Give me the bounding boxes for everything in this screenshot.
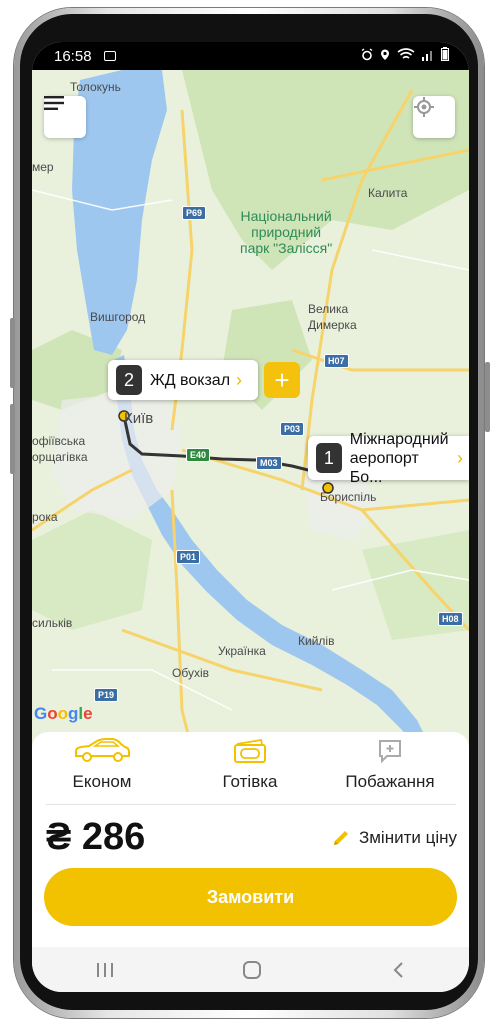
map-label-sofiivska: офіївська bbox=[32, 434, 86, 448]
map-label-velyka: Велика bbox=[308, 302, 349, 316]
wifi-icon bbox=[397, 47, 415, 59]
location-icon bbox=[381, 49, 389, 60]
option-econom[interactable]: Економ bbox=[32, 736, 172, 792]
android-nav-bar bbox=[32, 947, 469, 992]
map-label-dymerka: Димерка bbox=[308, 318, 357, 332]
home-icon[interactable] bbox=[242, 960, 262, 979]
google-logo: Google bbox=[34, 704, 93, 723]
map-label-kyiliv: Кийлів bbox=[298, 634, 335, 648]
park-label-line2: природний bbox=[251, 224, 322, 240]
map-label-kalyta: Калита bbox=[368, 186, 408, 200]
price: ₴ 286 bbox=[46, 816, 146, 858]
divider bbox=[46, 804, 456, 805]
road-badge-p03: P03 bbox=[280, 422, 305, 436]
bixby-button bbox=[10, 404, 15, 474]
road-badge-p01: P01 bbox=[176, 550, 201, 564]
map-label-obukhiv: Обухів bbox=[172, 666, 209, 680]
order-panel: Економ Готівка Побажання ₴ 286 Змінити ц… bbox=[32, 732, 469, 947]
signal-icon bbox=[422, 50, 432, 61]
map-label-tolokun: Толокунь bbox=[70, 80, 121, 94]
stop-2-callout[interactable]: 2 ЖД вокзал › bbox=[108, 360, 258, 400]
stop-1-number: 1 bbox=[316, 443, 342, 473]
recent-apps-icon[interactable] bbox=[96, 962, 114, 978]
options-row: Економ Готівка Побажання bbox=[32, 736, 469, 800]
option-cash[interactable]: Готівка bbox=[180, 736, 320, 792]
plus-icon: + bbox=[274, 364, 290, 395]
option-wishes[interactable]: Побажання bbox=[320, 736, 460, 792]
option-wishes-label: Побажання bbox=[345, 772, 435, 791]
stop-1-callout[interactable]: 1 Міжнародний аеропорт Бо... › bbox=[308, 431, 469, 486]
road-badge-p69: P69 bbox=[182, 206, 207, 220]
hamburger-icon bbox=[44, 96, 64, 110]
map-label-boryspil: Бориспіль bbox=[320, 490, 377, 504]
option-econom-label: Економ bbox=[72, 772, 132, 791]
power-button bbox=[485, 362, 490, 432]
battery-icon bbox=[441, 47, 449, 61]
stop-1-label-line1: Міжнародний bbox=[349, 430, 449, 448]
park-label-line1: Національний bbox=[240, 208, 332, 224]
locate-button[interactable] bbox=[413, 96, 455, 138]
alarm-icon bbox=[361, 47, 373, 60]
map-label-roka: рока bbox=[32, 510, 58, 524]
status-time: 16:58 bbox=[54, 48, 92, 65]
chevron-right-icon: › bbox=[457, 447, 463, 468]
road-badge-h07: H07 bbox=[324, 354, 349, 368]
road-badge-h08: H08 bbox=[438, 612, 463, 626]
stop-1-label-line2: аеропорт Бо... bbox=[349, 449, 419, 486]
map-label-mer: мер bbox=[32, 160, 54, 174]
menu-button[interactable] bbox=[44, 96, 86, 138]
back-icon[interactable] bbox=[391, 961, 405, 979]
map-label-ukrainka: Українка bbox=[218, 644, 266, 658]
cash-icon bbox=[234, 738, 266, 763]
gallery-notification-icon bbox=[104, 51, 116, 61]
map-label-vyshhorod: Вишгород bbox=[90, 310, 146, 324]
car-icon bbox=[75, 738, 130, 762]
order-button[interactable]: Замовити bbox=[44, 868, 457, 926]
map[interactable]: Толокунь мер Вишгород Київ офіївська орщ… bbox=[32, 70, 469, 750]
status-icons bbox=[361, 47, 449, 61]
map-label-kyiv: Київ bbox=[124, 410, 154, 427]
road-badge-p19: P19 bbox=[94, 688, 119, 702]
chevron-right-icon: › bbox=[236, 369, 243, 390]
stop-2-label: ЖД вокзал bbox=[150, 371, 231, 389]
pencil-icon bbox=[333, 831, 348, 845]
option-cash-label: Готівка bbox=[222, 772, 278, 791]
park-label-line3: парк "Залісся" bbox=[240, 240, 333, 256]
add-stop-button[interactable]: + bbox=[264, 362, 300, 398]
map-label-borshchahivka: орщагівка bbox=[32, 450, 88, 464]
screen: 16:58 Толокунь мер Вишгород Київ офіївсь… bbox=[32, 42, 469, 992]
change-price-button[interactable]: Змінити ціну bbox=[331, 828, 457, 848]
map-label-vasylkiv: сильків bbox=[32, 616, 73, 630]
park-label: Національний природний парк "Залісся" bbox=[240, 208, 332, 256]
road-badge-e40: E40 bbox=[186, 448, 211, 462]
stop-2-number: 2 bbox=[116, 365, 142, 395]
change-price-label: Змінити ціну bbox=[358, 828, 457, 847]
crosshair-icon bbox=[414, 97, 434, 117]
road-badge-m03: M03 bbox=[256, 456, 282, 470]
wishes-icon bbox=[379, 740, 401, 764]
volume-button bbox=[10, 318, 15, 388]
status-bar: 16:58 bbox=[32, 42, 469, 70]
stop-1-label: Міжнародний аеропорт Бо... bbox=[350, 430, 455, 487]
